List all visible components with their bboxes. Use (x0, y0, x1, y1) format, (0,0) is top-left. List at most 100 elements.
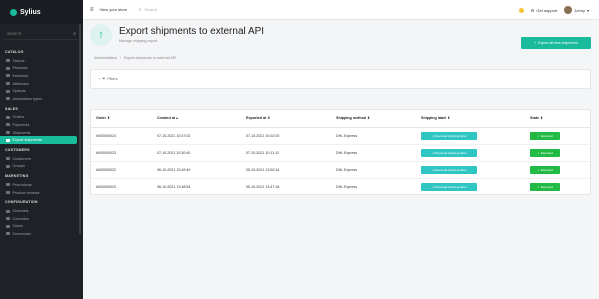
sort-icon: ⬍ (540, 116, 544, 121)
sidebar-item-customers[interactable]: Customers (0, 155, 83, 163)
state-cell: ✓ Exported (525, 144, 590, 162)
table-body: #000000024 07-10-2021 10:37:02 07-10-202… (91, 127, 590, 195)
download-icon: ⤓ (431, 150, 433, 155)
page-subtitle: Manage shipping export (119, 39, 158, 43)
sidebar-item-payments[interactable]: Payments (0, 121, 83, 129)
table-row: #000000023 06-10-2021 13:48:54 05-10-202… (91, 178, 590, 195)
column-state[interactable]: State ⬍ (525, 110, 590, 128)
table-row: #000000024 07-10-2021 10:37:02 07-10-202… (91, 127, 590, 145)
nav-item-icon (6, 123, 10, 127)
export-all-label: Export all new shipments (538, 41, 579, 45)
sort-icon: ⬍ (267, 116, 271, 121)
sidebar-item-groups[interactable]: Groups (0, 163, 83, 171)
notification-bulb-icon[interactable] (518, 7, 524, 13)
shipping-label-cell: ⤓ Download shipping label (416, 161, 525, 179)
download-label-text: Download shipping label (433, 150, 467, 155)
support-label: Get support (536, 7, 558, 13)
nav-item-icon (6, 74, 10, 78)
sidebar-item-association-types[interactable]: Association types (0, 95, 83, 103)
check-icon: ✓ (537, 150, 540, 155)
sidebar-item-inventory[interactable]: Inventory (0, 72, 83, 80)
view-store-link[interactable]: View your store (100, 7, 128, 12)
column-order[interactable]: Order ⬍ (91, 110, 152, 128)
check-icon: ✓ (537, 167, 540, 172)
state-cell: ✓ Exported (525, 178, 590, 195)
export-all-button[interactable]: + Export all new shipments (521, 37, 591, 49)
nav-item-icon (6, 59, 10, 63)
column-created-at[interactable]: Created at ▴ (152, 110, 241, 128)
sidebar-item-label: Currencies (12, 231, 31, 236)
sidebar-item-label: Shipments (12, 130, 31, 135)
sort-icon: ⬍ (447, 116, 451, 121)
column-exported-at[interactable]: Exported at ⬍ (241, 110, 331, 128)
column-shipping-label[interactable]: Shipping label ⬍ (416, 110, 525, 128)
topbar-right: ⚙ Get support Johny ▾ (518, 0, 589, 20)
page-title: Export shipments to external API (119, 26, 265, 37)
sidebar-item-label: Attributes (12, 81, 29, 86)
sidebar-section-title: CUSTOMERS (5, 147, 30, 152)
nav-item-icon (6, 191, 10, 195)
order-number[interactable]: #000000023 (91, 144, 152, 162)
sidebar-item-label: Products (12, 66, 28, 71)
nav-item-icon (6, 217, 10, 221)
brand-logo[interactable]: Sylius (0, 0, 83, 24)
sort-asc-icon: ▴ (176, 116, 178, 121)
search-icon: ⌕ (73, 30, 76, 37)
table-header-row: Order ⬍ Created at ▴ Exported at ⬍ Shipp… (91, 110, 590, 128)
sidebar-item-orders[interactable]: Orders (0, 114, 83, 122)
download-label-text: Download shipping label (433, 184, 467, 189)
created-at: 06-10-2021 13:49:40 (152, 161, 241, 179)
top-search-input[interactable]: Search (145, 7, 158, 12)
sylius-logo-icon (10, 8, 17, 16)
sidebar-item-channels[interactable]: Channels (0, 207, 83, 215)
order-number[interactable]: #000000022 (91, 161, 152, 179)
sidebar-item-product-reviews[interactable]: Product reviews (0, 189, 83, 197)
table-row: #000000023 07-10-2021 10:30:40 07-10-202… (91, 144, 590, 162)
sidebar-scrollbar[interactable] (79, 24, 81, 234)
order-number[interactable]: #000000023 (91, 178, 152, 195)
download-label-button[interactable]: ⤓ Download shipping label (421, 182, 477, 191)
shipping-method: DHL Express (336, 184, 358, 189)
filters-toggle[interactable]: › ⏷ Filters (90, 69, 591, 89)
sidebar-item-label: Customers (12, 156, 31, 161)
table-row: #000000022 06-10-2021 13:49:40 05-10-202… (91, 161, 590, 179)
sidebar-item-options[interactable]: Options (0, 87, 83, 95)
sidebar-item-taxons[interactable]: Taxons (0, 57, 83, 65)
sidebar-item-promotions[interactable]: Promotions (0, 181, 83, 189)
state-cell: ✓ Exported (525, 127, 590, 145)
sidebar-search-input[interactable]: Search ⌕ (4, 28, 79, 40)
nav-item-icon (6, 224, 10, 228)
sidebar-section-title: MARKETING (5, 174, 29, 179)
download-label-button[interactable]: ⤓ Download shipping label (421, 148, 477, 157)
brand-name: Sylius (20, 8, 41, 16)
sidebar-item-attributes[interactable]: Attributes (0, 80, 83, 88)
state-cell: ✓ Exported (525, 161, 590, 179)
download-label-button[interactable]: ⤓ Download shipping label (421, 165, 477, 174)
download-label-button[interactable]: ⤓ Download shipping label (421, 131, 477, 140)
status-label: Exported (540, 184, 553, 189)
sidebar-item-products[interactable]: Products (0, 65, 83, 73)
menu-toggle-icon[interactable]: ≡ (90, 7, 94, 13)
order-number[interactable]: #000000024 (91, 127, 152, 145)
sidebar-item-label: Countries (12, 216, 29, 221)
user-menu[interactable]: Johny ▾ (564, 6, 589, 14)
nav-item-icon (6, 97, 10, 101)
sidebar-item-shipments[interactable]: Shipments (0, 129, 83, 137)
nav-item-icon (6, 164, 10, 168)
nav-item-icon (6, 131, 10, 135)
chevron-down-icon: ▾ (586, 7, 589, 13)
breadcrumb-link-administration[interactable]: Administration (94, 56, 117, 60)
sidebar-item-label: Taxons (12, 58, 25, 63)
breadcrumb: Administration › Export shipments to ext… (94, 56, 176, 60)
topbar: ≡ View your store ⌕ Search ⚙ Get support… (83, 0, 599, 20)
support-link[interactable]: ⚙ Get support (531, 8, 558, 13)
sidebar-item-zones[interactable]: Zones (0, 223, 83, 231)
status-label: Exported (540, 150, 553, 155)
sidebar-item-currencies[interactable]: Currencies (0, 230, 83, 238)
sidebar-item-export-shipments[interactable]: Export shipments (0, 136, 77, 144)
sidebar-section-title: SALES (5, 106, 18, 111)
shipping-method: DHL Express (331, 127, 416, 145)
sidebar-item-countries[interactable]: Countries (0, 215, 83, 223)
column-shipping-method[interactable]: Shipping method ⬍ (331, 110, 416, 128)
filters-label: Filters (107, 77, 118, 81)
